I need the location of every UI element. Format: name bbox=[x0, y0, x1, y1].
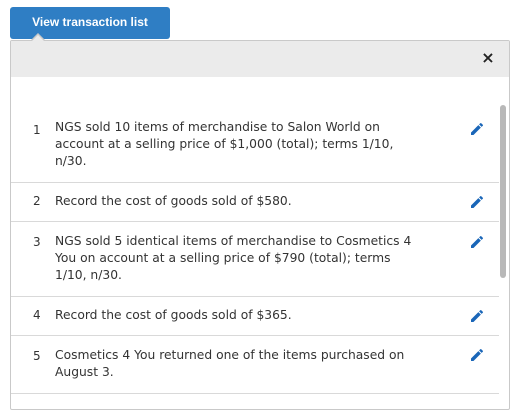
description-line: Cosmetics 4 You returned one of the item… bbox=[55, 348, 405, 362]
description-line: NGS sold 5 identical items of merchandis… bbox=[55, 234, 412, 248]
transaction-description: NGS sold 10 items of merchandise to Salo… bbox=[55, 119, 425, 170]
transaction-item: 4 Record the cost of goods sold of $365. bbox=[11, 297, 499, 336]
transaction-item: 5 Cosmetics 4 You returned one of the it… bbox=[11, 336, 499, 394]
pencil-icon[interactable] bbox=[469, 347, 485, 363]
description-line: You on account at a selling price of $79… bbox=[55, 251, 391, 265]
transaction-number: 3 bbox=[33, 235, 41, 249]
panel-header: × bbox=[11, 41, 509, 77]
transaction-description: NGS sold 5 identical items of merchandis… bbox=[55, 233, 425, 284]
transaction-item: 2 Record the cost of goods sold of $580. bbox=[11, 183, 499, 222]
transaction-description: Cosmetics 4 You returned one of the item… bbox=[55, 347, 425, 381]
pencil-icon[interactable] bbox=[469, 121, 485, 137]
scrollbar-thumb[interactable] bbox=[500, 105, 506, 278]
transaction-item: 1 NGS sold 10 items of merchandise to Sa… bbox=[11, 107, 499, 183]
transaction-description: Record the cost of goods sold of $365. bbox=[55, 307, 425, 324]
transaction-number: 5 bbox=[33, 349, 41, 363]
pencil-icon[interactable] bbox=[469, 308, 485, 324]
pencil-icon[interactable] bbox=[469, 194, 485, 210]
description-line: account at a selling price of $1,000 (to… bbox=[55, 137, 394, 151]
transaction-description: Record the cost of goods sold of $580. bbox=[55, 193, 425, 210]
pencil-icon[interactable] bbox=[469, 234, 485, 250]
description-line: n/30. bbox=[55, 154, 87, 168]
transaction-number: 2 bbox=[33, 194, 41, 208]
popover-caret-fill bbox=[32, 35, 44, 41]
description-line: 1/10, n/30. bbox=[55, 268, 122, 282]
transaction-number: 1 bbox=[33, 123, 41, 137]
transaction-list-panel: × 1 NGS sold 10 items of merchandise to … bbox=[10, 40, 510, 410]
description-line: NGS sold 10 items of merchandise to Salo… bbox=[55, 120, 380, 134]
close-icon[interactable]: × bbox=[479, 49, 497, 67]
description-line: Record the cost of goods sold of $580. bbox=[55, 194, 292, 208]
transaction-number: 4 bbox=[33, 308, 41, 322]
description-line: August 3. bbox=[55, 365, 114, 379]
description-line: Record the cost of goods sold of $365. bbox=[55, 308, 292, 322]
transaction-list: 1 NGS sold 10 items of merchandise to Sa… bbox=[11, 107, 499, 394]
transaction-item: 3 NGS sold 5 identical items of merchand… bbox=[11, 222, 499, 297]
